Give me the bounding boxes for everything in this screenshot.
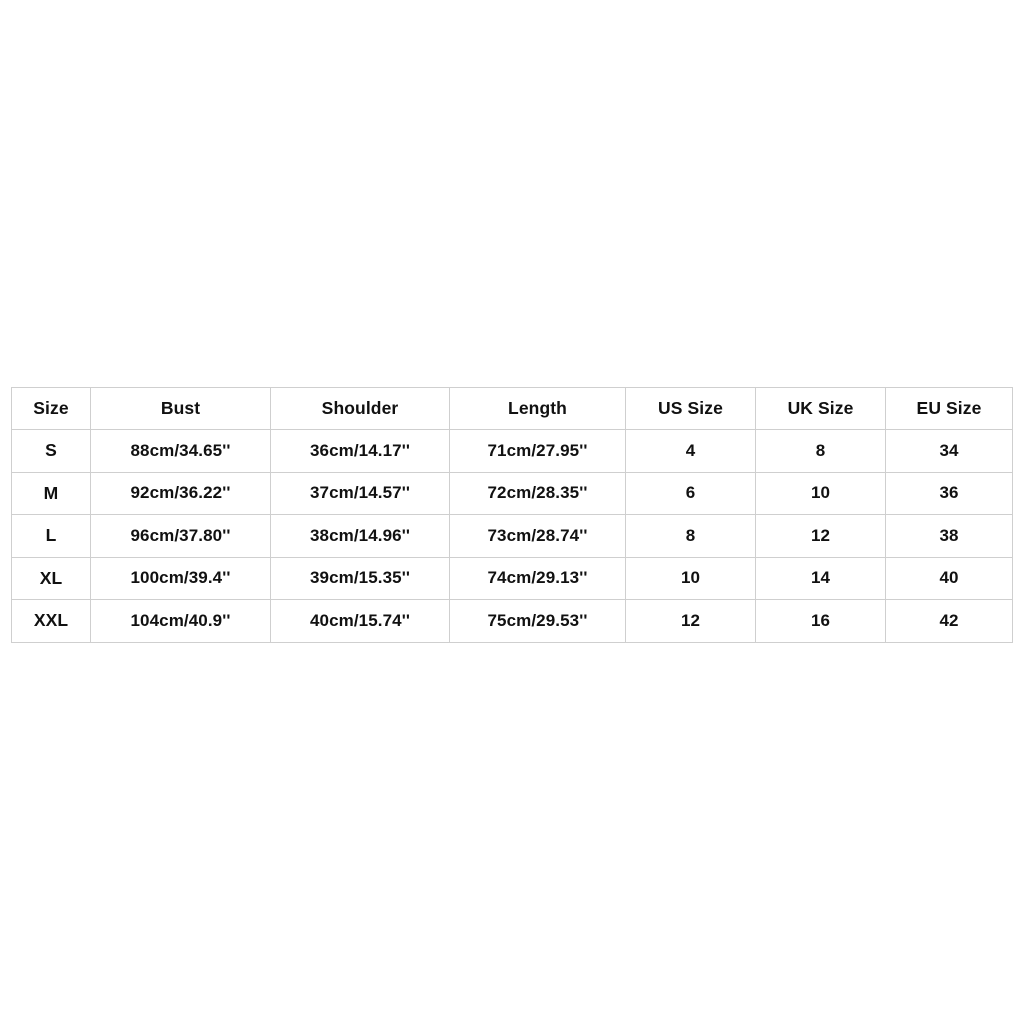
cell-length: 74cm/29.13'' (449, 556, 626, 600)
cell-us-size: 6 (625, 471, 756, 515)
column-header-eu-size: EU Size (885, 387, 1013, 430)
cell-uk-size: 16 (755, 599, 886, 643)
cell-eu-size: 34 (885, 429, 1013, 473)
table-row: XXL 104cm/40.9'' 40cm/15.74'' 75cm/29.53… (11, 599, 1013, 643)
cell-size: M (11, 471, 91, 515)
cell-bust: 96cm/37.80'' (90, 514, 271, 558)
cell-length: 73cm/28.74'' (449, 514, 626, 558)
cell-size: S (11, 429, 91, 473)
table-row: XL 100cm/39.4'' 39cm/15.35'' 74cm/29.13'… (11, 556, 1013, 600)
column-header-shoulder: Shoulder (270, 387, 450, 430)
cell-uk-size: 12 (755, 514, 886, 558)
table-row: M 92cm/36.22'' 37cm/14.57'' 72cm/28.35''… (11, 471, 1013, 515)
table-row: L 96cm/37.80'' 38cm/14.96'' 73cm/28.74''… (11, 514, 1013, 558)
cell-eu-size: 40 (885, 556, 1013, 600)
cell-size: XL (11, 556, 91, 600)
cell-us-size: 10 (625, 556, 756, 600)
cell-us-size: 8 (625, 514, 756, 558)
size-chart-container: Size Bust Shoulder Length US Size UK Siz… (11, 387, 1013, 643)
column-header-length: Length (449, 387, 626, 430)
cell-shoulder: 36cm/14.17'' (270, 429, 450, 473)
table-body: S 88cm/34.65'' 36cm/14.17'' 71cm/27.95''… (11, 429, 1013, 643)
cell-us-size: 12 (625, 599, 756, 643)
cell-bust: 88cm/34.65'' (90, 429, 271, 473)
cell-shoulder: 37cm/14.57'' (270, 471, 450, 515)
cell-shoulder: 39cm/15.35'' (270, 556, 450, 600)
cell-bust: 104cm/40.9'' (90, 599, 271, 643)
cell-shoulder: 38cm/14.96'' (270, 514, 450, 558)
cell-size: XXL (11, 599, 91, 643)
cell-us-size: 4 (625, 429, 756, 473)
column-header-size: Size (11, 387, 91, 430)
cell-length: 75cm/29.53'' (449, 599, 626, 643)
table-row: S 88cm/34.65'' 36cm/14.17'' 71cm/27.95''… (11, 429, 1013, 473)
cell-bust: 100cm/39.4'' (90, 556, 271, 600)
column-header-bust: Bust (90, 387, 271, 430)
cell-uk-size: 8 (755, 429, 886, 473)
cell-shoulder: 40cm/15.74'' (270, 599, 450, 643)
column-header-uk-size: UK Size (755, 387, 886, 430)
cell-uk-size: 14 (755, 556, 886, 600)
cell-eu-size: 42 (885, 599, 1013, 643)
cell-uk-size: 10 (755, 471, 886, 515)
size-chart-table: Size Bust Shoulder Length US Size UK Siz… (11, 387, 1013, 643)
cell-length: 72cm/28.35'' (449, 471, 626, 515)
cell-eu-size: 38 (885, 514, 1013, 558)
header-row: Size Bust Shoulder Length US Size UK Siz… (11, 387, 1013, 430)
cell-size: L (11, 514, 91, 558)
column-header-us-size: US Size (625, 387, 756, 430)
table-header: Size Bust Shoulder Length US Size UK Siz… (11, 387, 1013, 430)
cell-eu-size: 36 (885, 471, 1013, 515)
cell-length: 71cm/27.95'' (449, 429, 626, 473)
cell-bust: 92cm/36.22'' (90, 471, 271, 515)
